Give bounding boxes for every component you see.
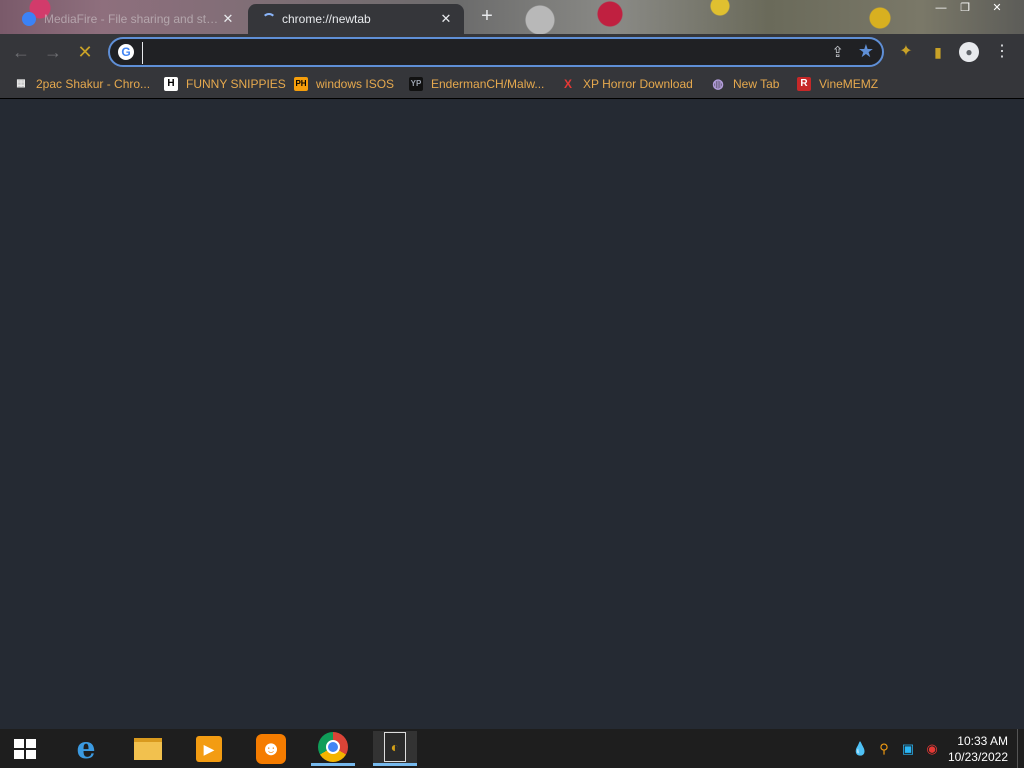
- bookmark-new-tab[interactable]: ◍ New Tab: [711, 75, 779, 93]
- menu-dots-icon[interactable]: ⋮: [992, 42, 1012, 62]
- taskbar-uc-browser[interactable]: ☻: [249, 731, 293, 766]
- chrome-icon: [318, 732, 348, 762]
- ph-icon: PH: [294, 77, 308, 91]
- profile-avatar-icon[interactable]: ●: [959, 42, 979, 62]
- tab-newtab[interactable]: chrome://newtab ✕: [248, 4, 464, 34]
- tab-mediafire[interactable]: MediaFire - File sharing and storage ✕: [8, 4, 246, 34]
- side-panel-icon[interactable]: ▮: [928, 42, 948, 62]
- browser-toolbar: ← → ✕ G ⇪ ★ ✦ ▮ ● ⋮: [0, 34, 1024, 70]
- monitor-tray-icon[interactable]: ▣: [900, 741, 916, 757]
- share-icon[interactable]: ⇪: [831, 43, 844, 61]
- taskbar-google-chrome[interactable]: [311, 731, 355, 766]
- bookmark-star-icon[interactable]: ★: [858, 41, 874, 62]
- bookmark-endermanch[interactable]: YP EndermanCH/Malw...: [409, 75, 544, 93]
- stop-loading-button[interactable]: ✕: [74, 41, 96, 63]
- windows-logo-icon: [14, 739, 24, 748]
- new-tab-page[interactable]: [0, 99, 1024, 729]
- address-input[interactable]: [142, 42, 807, 64]
- bookmark-vinememz[interactable]: R VineMEMZ: [797, 75, 878, 93]
- taskbar-document-app[interactable]: ◐: [373, 731, 417, 766]
- bookmark-label: EndermanCH/Malw...: [431, 77, 545, 91]
- mediafire-favicon-icon: [22, 12, 36, 26]
- globe-icon: ◍: [712, 76, 724, 91]
- bookmarks-bar: ▦ 2pac Shakur - Chro... H FUNNY SNIPPIES…: [0, 70, 1024, 99]
- address-bar[interactable]: G ⇪ ★: [108, 37, 884, 67]
- system-clock[interactable]: 10:33 AM 10/23/2022: [948, 733, 1008, 765]
- clock-time: 10:33 AM: [957, 734, 1008, 748]
- tab-close-icon[interactable]: ✕: [438, 11, 454, 27]
- search-tray-icon[interactable]: ⚲: [876, 741, 892, 757]
- bookmark-label: VineMEMZ: [819, 77, 879, 91]
- tab-title: chrome://newtab: [282, 12, 371, 26]
- windows-taskbar: e ▶ ☻ ◐ 💧 ⚲ ▣ ◉ 10:33 AM 10/23/2022: [0, 729, 1024, 768]
- media-player-icon: ▶: [196, 735, 222, 762]
- clock-date: 10/23/2022: [947, 750, 1008, 764]
- close-window-button[interactable]: ✕: [986, 0, 1008, 16]
- bookmark-funny-snippies[interactable]: H FUNNY SNIPPIES: [164, 75, 286, 93]
- 2pac-chrome-icon: ▦: [16, 78, 26, 89]
- extensions-icon[interactable]: ✦: [896, 42, 916, 62]
- security-tray-icon[interactable]: ◉: [924, 741, 940, 757]
- document-app-icon: ◐: [384, 732, 406, 762]
- bookmark-label: windows ISOS: [316, 77, 395, 91]
- internet-explorer-icon: e: [76, 730, 96, 766]
- bookmark-label: New Tab: [733, 77, 780, 91]
- uc-browser-icon: ☻: [256, 733, 286, 764]
- bookmark-2pac[interactable]: ▦ 2pac Shakur - Chro...: [14, 75, 150, 93]
- bookmark-windows-isos[interactable]: PH windows ISOS: [294, 75, 394, 93]
- bookmark-label: XP Horror Download: [583, 77, 693, 91]
- start-button[interactable]: [14, 739, 36, 759]
- show-desktop-button[interactable]: [1017, 729, 1024, 768]
- h-icon: H: [164, 77, 178, 91]
- x-icon: X: [563, 77, 572, 91]
- bookmark-label: 2pac Shakur - Chro...: [36, 77, 151, 91]
- loading-spinner-icon: [262, 13, 276, 27]
- bookmark-xp-horror[interactable]: X XP Horror Download: [561, 75, 693, 93]
- taskbar-internet-explorer[interactable]: e: [64, 731, 108, 766]
- forward-button[interactable]: →: [42, 41, 64, 63]
- back-button[interactable]: ←: [10, 41, 32, 63]
- taskbar-media-player[interactable]: ▶: [187, 731, 231, 766]
- new-tab-button[interactable]: +: [476, 6, 498, 28]
- r-icon: R: [797, 77, 811, 91]
- maximize-button[interactable]: ❐: [954, 0, 976, 16]
- tab-title: MediaFire - File sharing and storage: [44, 12, 220, 26]
- minimize-button[interactable]: —: [930, 0, 952, 16]
- water-drop-tray-icon[interactable]: 💧: [852, 741, 868, 757]
- folder-icon: [134, 737, 162, 760]
- taskbar-file-explorer[interactable]: [126, 731, 170, 766]
- bookmark-label: FUNNY SNIPPIES: [186, 77, 286, 91]
- github-yp-icon: YP: [409, 77, 423, 91]
- google-icon: G: [118, 44, 134, 60]
- tab-close-icon[interactable]: ✕: [220, 11, 236, 27]
- tab-strip: MediaFire - File sharing and storage ✕ c…: [0, 0, 1024, 34]
